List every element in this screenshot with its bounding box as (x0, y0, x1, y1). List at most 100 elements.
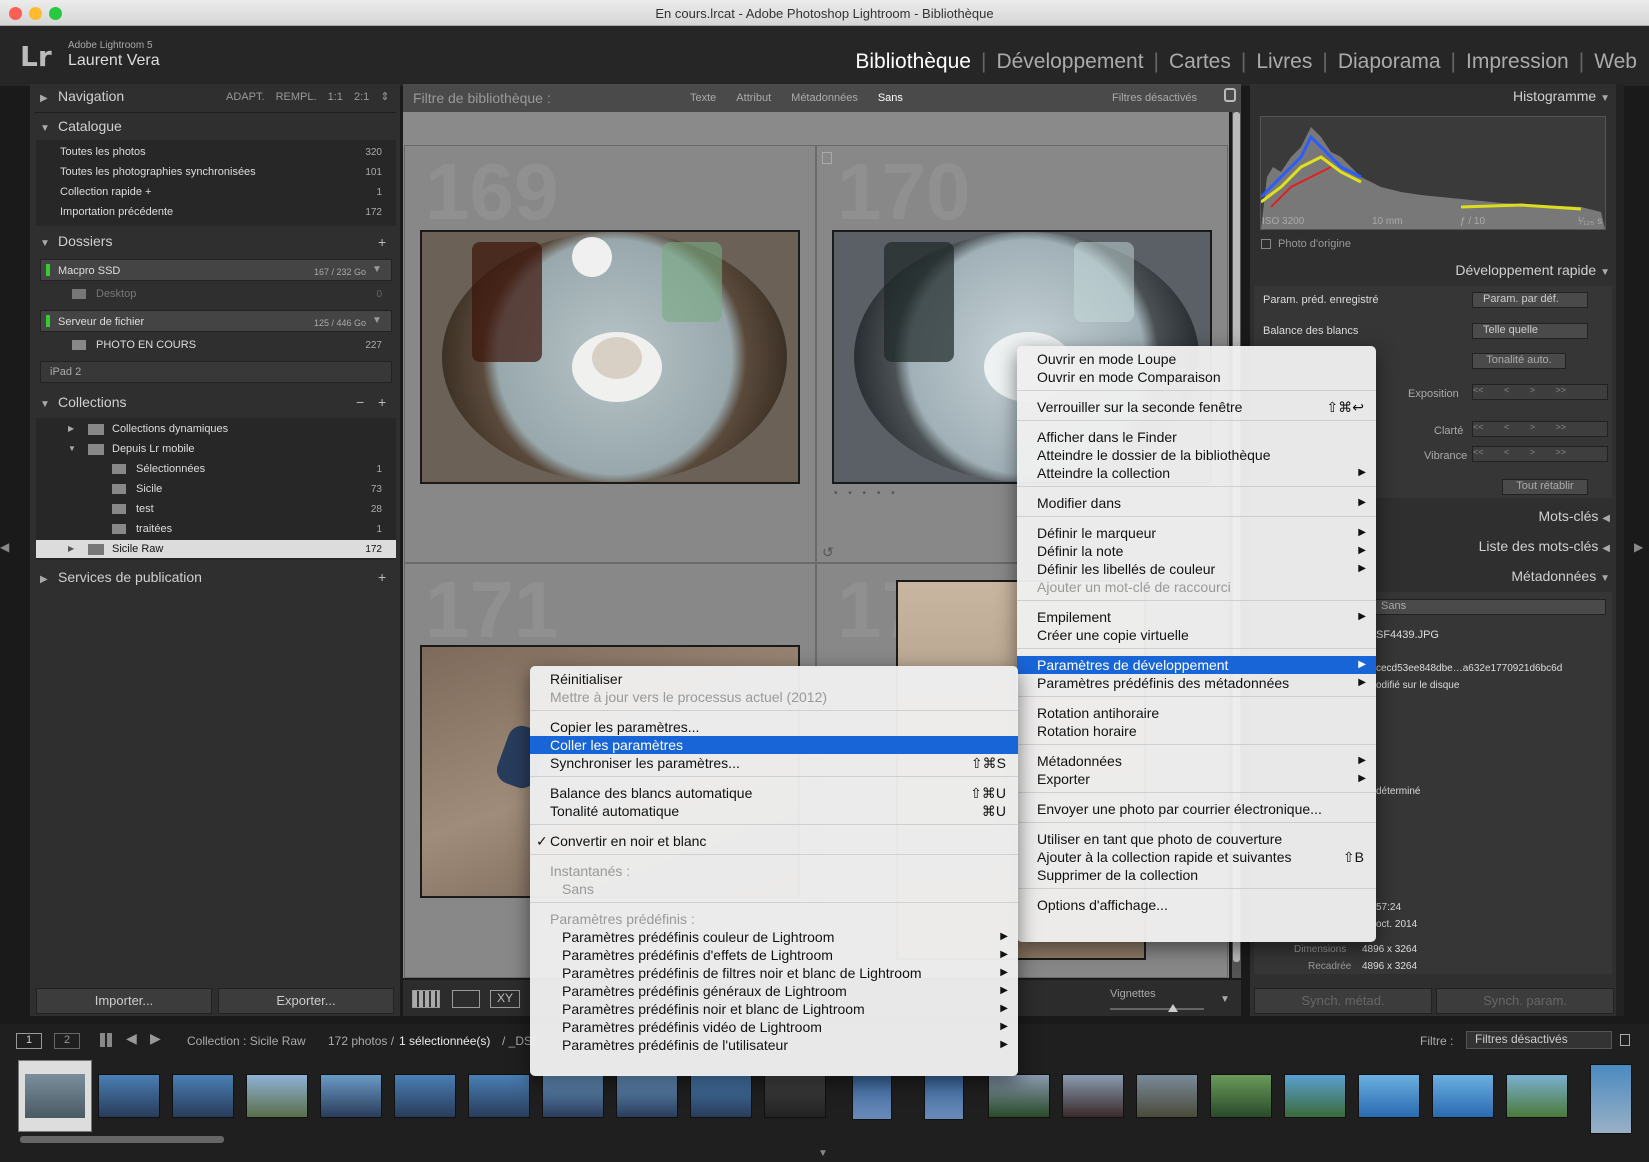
filmstrip-thumb[interactable] (1210, 1074, 1272, 1118)
white-balance-dropdown[interactable]: Telle quelle (1472, 323, 1588, 339)
metadata-filename[interactable]: SF4439.JPG (1376, 629, 1439, 641)
triangle-down-icon[interactable]: ▼ (68, 444, 76, 453)
collection-sicile[interactable]: Sicile (136, 483, 162, 495)
publish-services-header[interactable]: ▶ Services de publication (40, 569, 396, 593)
folders-header[interactable]: ▼ Dossiers (40, 233, 396, 257)
lock-icon[interactable] (1224, 88, 1236, 102)
menu-rotate-left[interactable]: Rotation antihoraire (1017, 704, 1376, 722)
reset-all-button[interactable]: Tout rétablir (1502, 479, 1588, 495)
metadata-undetermined[interactable]: déterminé (1376, 786, 1420, 797)
sync-settings-button[interactable]: Synch. param. (1436, 988, 1614, 1014)
histogram-header[interactable]: Histogramme ▼ (1480, 88, 1610, 112)
keyword-list-header[interactable]: Liste des mots-clés ◀ (1400, 538, 1610, 562)
toolbar-menu-icon[interactable]: ▼ (1220, 994, 1230, 1005)
filmstrip-scrollbar[interactable] (20, 1136, 224, 1143)
add-publish-service-icon[interactable]: + (378, 569, 386, 585)
filmstrip-thumb[interactable] (98, 1074, 160, 1118)
filmstrip-thumb[interactable] (542, 1074, 604, 1118)
keywords-header[interactable]: Mots-clés ◀ (1480, 508, 1611, 532)
filmstrip-thumb[interactable] (1136, 1074, 1198, 1118)
menu-stacking[interactable]: Empilement ▶ (1017, 608, 1376, 626)
metadata-header[interactable]: Métadonnées ▼ (1400, 568, 1610, 592)
grid-view-icon[interactable] (412, 990, 440, 1008)
menu-metadata[interactable]: Métadonnées ▶ (1017, 752, 1376, 770)
submenu-preset-bw-filter[interactable]: Paramètres prédéfinis de filtres noir et… (530, 964, 1018, 982)
filmstrip-thumb[interactable] (764, 1074, 826, 1118)
volume-ipad[interactable] (40, 361, 392, 383)
loupe-view-icon[interactable] (452, 990, 480, 1008)
filmstrip-thumb[interactable] (616, 1074, 678, 1118)
add-collection-icon[interactable]: + (378, 394, 386, 410)
menu-edit-in[interactable]: Modifier dans ▶ (1017, 494, 1376, 512)
filter-presets-dropdown[interactable]: Filtres désactivés (1112, 92, 1197, 104)
quick-develop-header[interactable]: Développement rapide ▼ (1400, 262, 1610, 286)
menu-open-compare[interactable]: Ouvrir en mode Comparaison (1017, 368, 1376, 386)
rating-stars[interactable]: • • • • • (834, 488, 899, 499)
menu-lock-second-window[interactable]: Verrouiller sur la seconde fenêtre ⇧⌘↩ (1017, 398, 1376, 416)
menu-remove-from-collection[interactable]: Supprimer de la collection (1017, 866, 1376, 884)
filmstrip-thumb[interactable] (1358, 1074, 1420, 1118)
left-panel-toggle-icon[interactable]: ◀ (0, 540, 14, 560)
import-button[interactable]: Importer... (36, 988, 212, 1014)
main-window-button[interactable]: 1 (16, 1033, 42, 1049)
module-library[interactable]: Bibliothèque (855, 50, 971, 74)
navigator-zoom-options[interactable]: ADAPT. REMPL. 1:1 2:1 ⇕ (226, 90, 390, 103)
remove-collection-icon[interactable]: − (356, 394, 364, 410)
filter-tab-metadata[interactable]: Métadonnées (791, 92, 858, 104)
folder-photo-en-cours[interactable]: PHOTO EN COURS (96, 339, 196, 351)
original-photo-checkbox[interactable] (1261, 239, 1271, 249)
filter-tab-none[interactable]: Sans (878, 92, 903, 104)
photo-thumbnail[interactable] (420, 230, 800, 484)
flag-icon[interactable] (822, 152, 832, 164)
second-window-button[interactable]: 2 (54, 1033, 80, 1049)
menu-develop-settings[interactable]: Paramètres de développement ▶ (1017, 656, 1376, 674)
menu-view-options[interactable]: Options d'affichage... (1017, 896, 1376, 914)
submenu-preset-color[interactable]: Paramètres prédéfinis couleur de Lightro… (530, 928, 1018, 946)
submenu-paste-settings[interactable]: Coller les paramètres (530, 736, 1018, 754)
dropdown-icon[interactable]: ▼ (372, 315, 382, 326)
right-panel-scrollbar[interactable] (1616, 84, 1624, 1016)
module-slideshow[interactable]: Diaporama (1338, 50, 1441, 74)
vibrance-steppers[interactable]: << < > >> (1472, 446, 1608, 462)
module-web[interactable]: Web (1594, 50, 1637, 74)
forward-arrow-icon[interactable]: ▶ (150, 1030, 161, 1047)
filmstrip-thumb[interactable] (924, 1074, 964, 1120)
catalog-item-previous-import[interactable]: Importation précédente (60, 206, 173, 218)
collections-header[interactable]: ▼ Collections (40, 394, 396, 418)
folder-desktop[interactable]: Desktop (96, 288, 136, 300)
module-map[interactable]: Cartes (1169, 50, 1231, 74)
menu-set-flag[interactable]: Définir le marqueur ▶ (1017, 524, 1376, 542)
thumbnail-size-slider[interactable] (1110, 1008, 1204, 1010)
back-arrow-icon[interactable]: ◀ (126, 1030, 137, 1047)
submenu-preset-video[interactable]: Paramètres prédéfinis vidéo de Lightroom… (530, 1018, 1018, 1036)
exposure-steppers[interactable]: << < > >> (1472, 384, 1608, 400)
saved-preset-dropdown[interactable]: Param. par déf. (1472, 292, 1588, 308)
menu-export[interactable]: Exporter ▶ (1017, 770, 1376, 788)
filmstrip-thumb[interactable] (1284, 1074, 1346, 1118)
slider-thumb[interactable] (1168, 1004, 1178, 1012)
submenu-reset[interactable]: Réinitialiser (530, 670, 1018, 688)
collection-dynamic[interactable]: Collections dynamiques (112, 423, 228, 435)
filter-lock-icon[interactable] (1620, 1034, 1630, 1046)
menu-show-in-finder[interactable]: Afficher dans le Finder (1017, 428, 1376, 446)
filter-tab-text[interactable]: Texte (690, 92, 716, 104)
filmstrip-toggle-icon[interactable]: ▼ (818, 1148, 828, 1159)
filmstrip-source[interactable]: Collection : Sicile Raw (187, 1034, 306, 1048)
filmstrip-thumb[interactable] (320, 1074, 382, 1118)
catalog-item-quick-collection[interactable]: Collection rapide + (60, 186, 151, 198)
submenu-preset-bw[interactable]: Paramètres prédéfinis noir et blanc de L… (530, 1000, 1018, 1018)
filmstrip-thumb[interactable] (468, 1074, 530, 1118)
menu-rotate-right[interactable]: Rotation horaire (1017, 722, 1376, 740)
catalog-item-all-photos[interactable]: Toutes les photos (60, 146, 146, 158)
clarity-steppers[interactable]: << < > >> (1472, 421, 1608, 437)
right-panel-toggle-icon[interactable]: ▶ (1634, 540, 1648, 560)
metadata-preset-dropdown[interactable]: Sans (1374, 599, 1606, 615)
grid-icon[interactable] (100, 1033, 114, 1047)
catalog-item-synced[interactable]: Toutes les photographies synchronisées (60, 166, 256, 178)
menu-go-to-folder[interactable]: Atteindre le dossier de la bibliothèque (1017, 446, 1376, 464)
menu-use-as-cover[interactable]: Utiliser en tant que photo de couverture (1017, 830, 1376, 848)
collection-lr-mobile[interactable]: Depuis Lr mobile (112, 443, 195, 455)
compare-view-icon[interactable]: XY (490, 990, 520, 1008)
filmstrip-thumb[interactable] (172, 1074, 234, 1118)
filmstrip-thumb[interactable] (690, 1074, 752, 1118)
